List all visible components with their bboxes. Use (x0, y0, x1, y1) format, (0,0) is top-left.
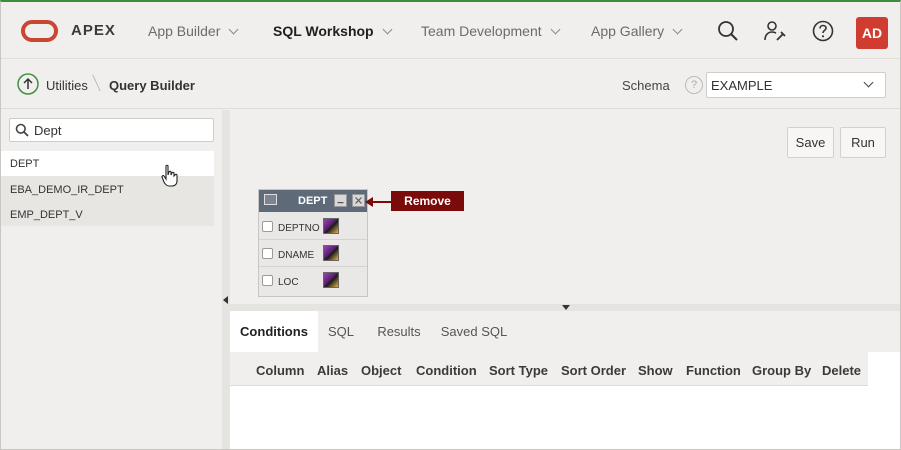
wrench-person-icon[interactable] (763, 19, 787, 43)
column-checkbox[interactable] (262, 275, 273, 286)
column-checkbox[interactable] (262, 221, 273, 232)
oracle-logo[interactable] (21, 20, 58, 42)
hand-cursor-icon (161, 164, 178, 187)
table-grid-icon[interactable] (264, 194, 277, 205)
header-sort-type: Sort Type (489, 363, 548, 378)
tab-results[interactable]: Results (368, 311, 430, 352)
remove-tooltip: Remove (391, 191, 464, 211)
chevron-down-icon (382, 24, 393, 34)
column-name: DEPTNO (278, 223, 320, 234)
close-icon[interactable] (352, 194, 365, 207)
table-item-dept[interactable]: DEPT (1, 151, 214, 176)
top-header: APEX App Builder SQL Workshop Team Devel… (1, 2, 900, 59)
table-item-emp-dept-v[interactable]: EMP_DEPT_V (1, 201, 214, 226)
dept-widget-title: DEPT (298, 195, 328, 207)
nav-sql-workshop[interactable]: SQL Workshop (273, 23, 393, 39)
header-alias: Alias (317, 363, 349, 378)
chevron-down-icon (672, 24, 683, 34)
nav-team-development-label: Team Development (421, 23, 542, 39)
tab-conditions[interactable]: Conditions (230, 311, 318, 352)
breadcrumb-bar: Utilities Query Builder Schema ? EXAMPLE (1, 59, 900, 109)
schema-help-icon[interactable]: ? (685, 76, 703, 94)
search-icon (15, 123, 29, 137)
collapse-down-icon[interactable] (562, 305, 570, 310)
column-type-icon[interactable] (323, 218, 339, 234)
app-brand[interactable]: APEX (71, 22, 116, 39)
nav-team-development[interactable]: Team Development (421, 23, 561, 39)
save-button[interactable]: Save (787, 127, 834, 158)
vertical-splitter[interactable] (222, 110, 230, 449)
help-icon[interactable] (811, 19, 835, 43)
column-type-icon[interactable] (323, 272, 339, 288)
dept-widget-titlebar[interactable]: DEPT (259, 190, 367, 212)
tab-saved-sql[interactable]: Saved SQL (436, 311, 512, 352)
app-window: APEX App Builder SQL Workshop Team Devel… (0, 0, 901, 450)
table-search-input[interactable] (34, 121, 209, 139)
nav-app-gallery[interactable]: App Gallery (591, 23, 683, 39)
run-button[interactable]: Run (840, 127, 886, 158)
schema-select[interactable]: EXAMPLE (706, 72, 886, 98)
up-arrow-icon[interactable] (17, 73, 39, 95)
minimize-icon[interactable] (334, 194, 347, 207)
header-column: Column (256, 363, 305, 378)
header-sort-order: Sort Order (561, 363, 627, 378)
schema-label: Schema (622, 78, 670, 93)
column-checkbox[interactable] (262, 248, 273, 259)
conditions-panel: Column Alias Object Condition Sort Type … (230, 352, 900, 449)
conditions-header-row: Column Alias Object Condition Sort Type … (230, 352, 868, 386)
breadcrumb-separator (92, 74, 101, 92)
nav-app-builder[interactable]: App Builder (148, 23, 239, 39)
nav-app-builder-label: App Builder (148, 23, 221, 39)
dept-table-widget[interactable]: DEPT DEPTNO DNAME LOC (258, 189, 368, 297)
nav-app-gallery-label: App Gallery (591, 23, 665, 39)
header-group-by: Group By (752, 363, 812, 378)
header-object: Object (361, 363, 402, 378)
schema-value: EXAMPLE (711, 78, 773, 93)
column-row: DEPTNO (259, 213, 367, 240)
search-icon[interactable] (716, 19, 740, 43)
table-browser-panel: DEPT EBA_DEMO_IR_DEPT EMP_DEPT_V (1, 110, 222, 449)
header-function: Function (686, 363, 741, 378)
header-show: Show (638, 363, 673, 378)
chevron-down-icon (863, 77, 874, 88)
tab-sql[interactable]: SQL (318, 311, 364, 352)
chevron-down-icon (228, 24, 239, 34)
nav-sql-workshop-label: SQL Workshop (273, 23, 374, 39)
query-tabs: Conditions SQL Results Saved SQL (230, 311, 900, 352)
chevron-down-icon (550, 24, 561, 34)
column-type-icon[interactable] (323, 245, 339, 261)
column-name: DNAME (278, 250, 315, 261)
callout-arrow-icon (365, 197, 392, 207)
collapse-left-icon[interactable] (223, 296, 228, 304)
column-name: LOC (278, 277, 299, 288)
table-item-eba-demo-ir-dept[interactable]: EBA_DEMO_IR_DEPT (1, 176, 214, 201)
column-row: DNAME (259, 240, 367, 267)
header-condition: Condition (416, 363, 477, 378)
breadcrumb-current: Query Builder (109, 78, 195, 93)
breadcrumb-utilities[interactable]: Utilities (46, 78, 88, 93)
header-delete: Delete (822, 363, 862, 378)
table-list: DEPT EBA_DEMO_IR_DEPT EMP_DEPT_V (1, 151, 214, 226)
column-row: LOC (259, 267, 367, 294)
horizontal-splitter[interactable] (230, 304, 900, 311)
table-search-field[interactable] (9, 118, 214, 142)
user-avatar[interactable]: AD (856, 17, 888, 49)
